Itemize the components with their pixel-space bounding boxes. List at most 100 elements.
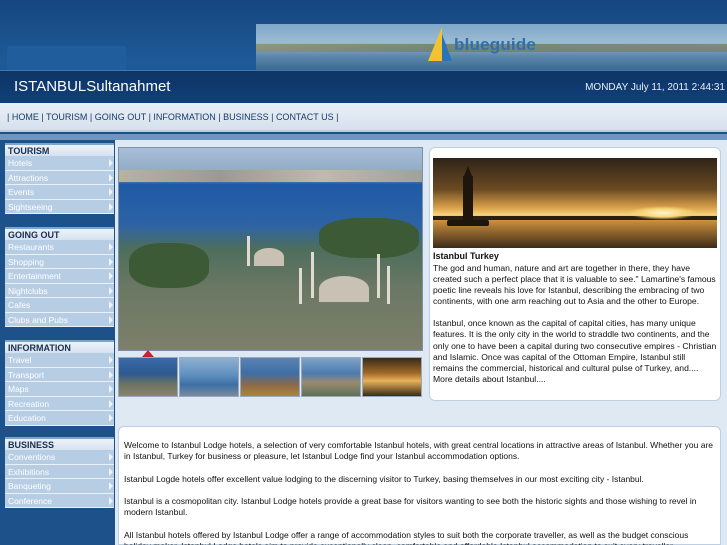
main-content: Istanbul Turkey The god and human, natur… [115,140,727,545]
current-datetime: MONDAY July 11, 2011 2:44:31 [585,82,725,93]
thumbnail-strip [118,357,423,397]
sidebar-item-restaurants[interactable]: Restaurants [5,240,114,255]
photo-mosque-dome [319,276,369,302]
photo-trees [319,218,419,258]
sidebar-section-information: INFORMATION Travel Transport Maps Recrea… [5,340,114,426]
arrow-right-icon [109,414,113,422]
sidebar-item-conference[interactable]: Conference [5,493,114,508]
sidebar: TOURISM Hotels Attractions Events Sights… [0,140,115,545]
selected-thumb-marker-icon [142,350,154,357]
sidebar-item-label: Banqueting [8,481,52,491]
sidebar-section-tourism: TOURISM Hotels Attractions Events Sights… [5,143,114,214]
photo-far-shore [119,170,422,182]
welcome-paragraph: Istanbul Logde hotels offer excellent va… [124,473,644,484]
nav-separator: | [333,112,339,122]
arrow-right-icon [109,272,113,280]
sidebar-item-label: Education [8,413,46,423]
sidebar-item-attractions[interactable]: Attractions [5,170,114,185]
sidebar-item-shopping[interactable]: Shopping [5,254,114,269]
photo-mosque-dome [254,248,284,266]
top-nav: | HOME | TOURISM | GOING OUT | INFORMATI… [0,103,727,132]
nav-contact-us[interactable]: CONTACT US [276,112,334,122]
sidebar-item-events[interactable]: Events [5,185,114,200]
sidebar-item-transport[interactable]: Transport [5,367,114,382]
photo-minaret [311,252,314,298]
arrow-right-icon [109,467,113,476]
arrow-right-icon [109,315,113,324]
sidebar-item-label: Travel [8,355,32,365]
sidebar-item-nightclubs[interactable]: Nightclubs [5,283,114,298]
sidebar-item-banqueting[interactable]: Banqueting [5,479,114,494]
sidebar-section-title: BUSINESS [5,437,114,450]
arrow-right-icon [109,356,113,364]
card-paragraph: The god and human, nature and art are to… [433,263,716,307]
sidebar-item-label: Nightclubs [8,285,48,296]
sidebar-section-title: GOING OUT [5,227,114,240]
photo-sun-reflection [628,206,698,220]
arrow-right-icon [109,159,113,167]
thumbnail-5[interactable] [362,357,422,397]
sidebar-item-travel[interactable]: Travel [5,353,114,368]
site-title: ISTANBULSultanahmet [14,78,171,95]
arrow-right-icon [109,243,113,251]
sidebar-section-going-out: GOING OUT Restaurants Shopping Entertain… [5,227,114,327]
feature-photo-istanbul-aerial [118,147,423,351]
welcome-text: Welcome to Istanbul Lodge hotels, a sele… [124,440,717,545]
thumbnail-1[interactable] [118,357,178,397]
sidebar-item-label: Conventions [8,452,56,462]
sidebar-item-education[interactable]: Education [5,411,114,426]
more-details-link[interactable]: More details about Istanbul.... [433,374,717,385]
arrow-right-icon [109,370,113,379]
sidebar-item-label: Conference [8,495,52,506]
nav-going-out[interactable]: GOING OUT [95,112,146,122]
card-paragraph: Istanbul, once known as the capital of c… [433,318,717,373]
nav-business[interactable]: BUSINESS [223,112,269,122]
sidebar-section-business: BUSINESS Conventions Exhibitions Banquet… [5,437,114,508]
welcome-paragraph: Welcome to Istanbul Lodge hotels, a sele… [124,440,714,461]
nav-separator: | [38,112,47,122]
nav-tourism[interactable]: TOURISM [46,112,87,122]
card-body: The god and human, nature and art are to… [433,263,717,385]
sidebar-item-clubs-and-pubs[interactable]: Clubs and Pubs [5,312,114,327]
photo-minaret [377,254,380,298]
sidebar-item-label: Transport [8,369,45,380]
sidebar-item-entertainment[interactable]: Entertainment [5,269,114,284]
top-nav-links: | HOME | TOURISM | GOING OUT | INFORMATI… [7,112,338,122]
thumbnail-2[interactable] [179,357,239,397]
photo-minaret [387,266,390,304]
sidebar-item-maps[interactable]: Maps [5,382,114,397]
nav-home[interactable]: HOME [12,112,39,122]
sidebar-item-label: Maps [8,384,29,394]
welcome-paragraph: All Istanbul hotels offered by Istanbul … [124,529,689,545]
sidebar-item-exhibitions[interactable]: Exhibitions [5,464,114,479]
nav-separator: | [215,112,224,122]
nav-separator: | [87,112,95,122]
sidebar-item-conventions[interactable]: Conventions [5,450,114,465]
arrow-right-icon [109,188,113,196]
nav-information[interactable]: INFORMATION [153,112,215,122]
sidebar-item-cafes[interactable]: Cafes [5,298,114,313]
arrow-right-icon [109,399,113,408]
arrow-right-icon [109,202,113,211]
sidebar-item-hotels[interactable]: Hotels [5,156,114,171]
arrow-right-icon [109,257,113,266]
photo-minaret [299,268,302,304]
sidebar-item-label: Events [8,187,34,197]
sidebar-section-title: TOURISM [5,143,114,156]
sidebar-item-sightseeing[interactable]: Sightseeing [5,199,114,214]
arrow-right-icon [109,482,113,490]
thumbnail-3[interactable] [240,357,300,397]
header-banner: blueguide [256,24,727,70]
sidebar-item-label: Restaurants [8,242,54,252]
arrow-right-icon [109,496,113,505]
sidebar-section-title: INFORMATION [5,340,114,353]
istanbul-info-card: Istanbul Turkey The god and human, natur… [429,147,721,401]
arrow-right-icon [109,453,113,461]
card-title: Istanbul Turkey [433,251,499,261]
sidebar-item-recreation[interactable]: Recreation [5,396,114,411]
photo-trees [129,243,209,288]
photo-islet [447,220,489,226]
sidebar-item-label: Entertainment [8,271,61,281]
thumbnail-4[interactable] [301,357,361,397]
sidebar-item-label: Shopping [8,256,44,267]
